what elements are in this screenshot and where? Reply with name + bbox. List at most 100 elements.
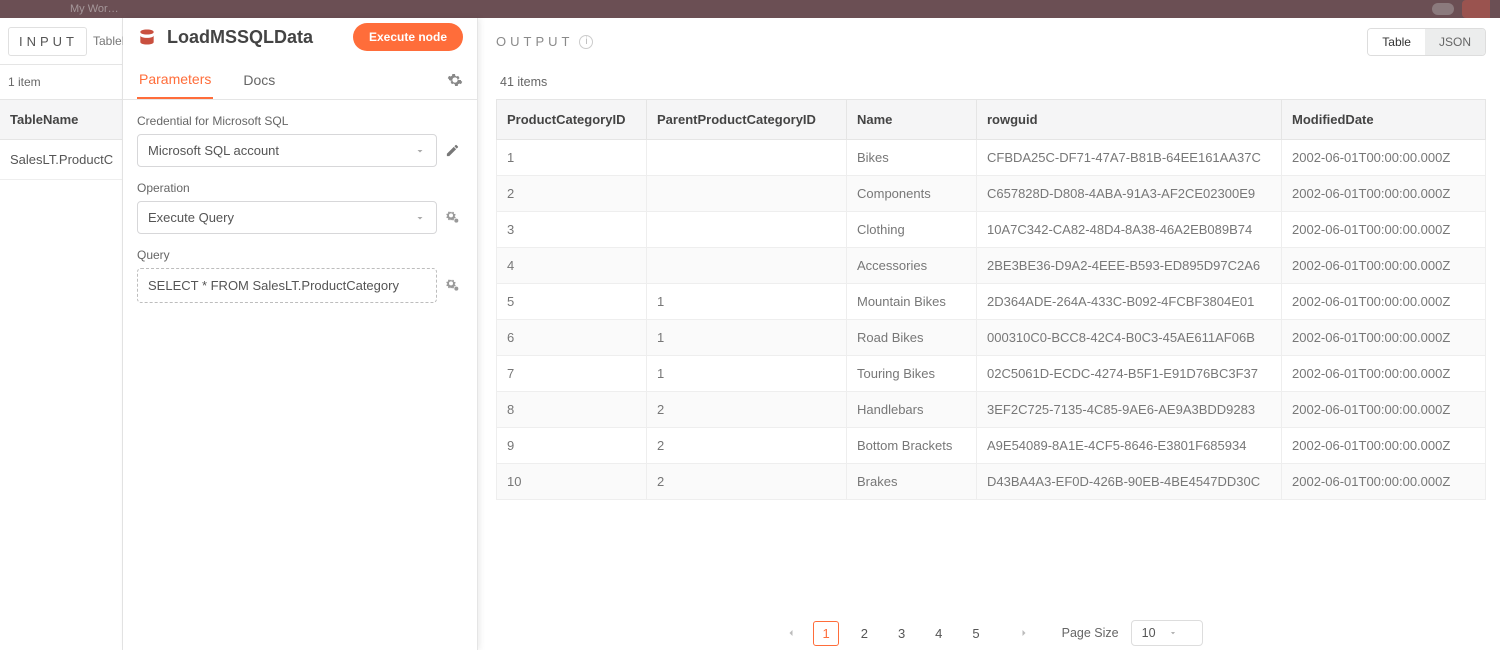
- pager-page[interactable]: 2: [853, 622, 876, 645]
- operation-label: Operation: [137, 181, 463, 195]
- node-title: LoadMSSQLData: [167, 27, 353, 48]
- table-cell: Bottom Brackets: [847, 428, 977, 464]
- table-row[interactable]: 4Accessories2BE3BE36-D9A2-4EEE-B593-ED89…: [497, 248, 1486, 284]
- table-row[interactable]: 61Road Bikes000310C0-BCC8-42C4-B0C3-45AE…: [497, 320, 1486, 356]
- table-row[interactable]: 51Mountain Bikes2D364ADE-264A-433C-B092-…: [497, 284, 1486, 320]
- query-label: Query: [137, 248, 463, 262]
- table-cell: 2002-06-01T00:00:00.000Z: [1282, 212, 1486, 248]
- gear-icon[interactable]: [447, 72, 463, 88]
- output-item-count: 41 items: [496, 65, 1486, 99]
- page-size-select[interactable]: 10: [1131, 620, 1203, 646]
- input-panel: INPUT TableN 1 item TableName SalesLT.Pr…: [0, 18, 123, 650]
- chevron-down-icon: [414, 145, 426, 157]
- table-row[interactable]: 102BrakesD43BA4A3-EF0D-426B-90EB-4BE4547…: [497, 464, 1486, 500]
- table-cell: 2002-06-01T00:00:00.000Z: [1282, 392, 1486, 428]
- table-cell: 2: [497, 176, 647, 212]
- table-cell: 5: [497, 284, 647, 320]
- column-header[interactable]: ParentProductCategoryID: [647, 100, 847, 140]
- pager-prev-icon[interactable]: [779, 623, 803, 643]
- pager-page[interactable]: 1: [813, 621, 838, 646]
- table-cell: [647, 140, 847, 176]
- table-row[interactable]: 2 ComponentsC657828D-D808-4ABA-91A3-AF2CE…: [497, 176, 1486, 212]
- table-cell: 6: [497, 320, 647, 356]
- column-header[interactable]: Name: [847, 100, 977, 140]
- table-cell: 000310C0-BCC8-42C4-B0C3-45AE611AF06B: [977, 320, 1282, 356]
- output-panel: OUTPUT i Table JSON 41 items ProductCate…: [478, 18, 1500, 650]
- table-cell: 2002-06-01T00:00:00.000Z: [1282, 140, 1486, 176]
- table-cell: 2: [647, 428, 847, 464]
- input-column-header: TableName: [0, 99, 122, 140]
- query-input[interactable]: SELECT * FROM SalesLT.ProductCategory: [137, 268, 437, 303]
- table-cell: 2: [647, 464, 847, 500]
- table-cell: Brakes: [847, 464, 977, 500]
- table-cell: 2002-06-01T00:00:00.000Z: [1282, 428, 1486, 464]
- table-row[interactable]: 71Touring Bikes02C5061D-ECDC-4274-B5F1-E…: [497, 356, 1486, 392]
- info-icon[interactable]: i: [579, 35, 593, 49]
- view-table-button[interactable]: Table: [1368, 29, 1425, 55]
- gears-icon[interactable]: [445, 278, 463, 294]
- input-row-value: SalesLT.ProductC: [0, 140, 122, 180]
- table-row[interactable]: 92Bottom BracketsA9E54089-8A1E-4CF5-8646…: [497, 428, 1486, 464]
- table-cell: 9: [497, 428, 647, 464]
- column-header[interactable]: rowguid: [977, 100, 1282, 140]
- table-cell: 7: [497, 356, 647, 392]
- table-cell: 2002-06-01T00:00:00.000Z: [1282, 176, 1486, 212]
- table-cell: 4: [497, 248, 647, 284]
- table-cell: C657828D-D808-4ABA-91A3-AF2CE02300E9: [977, 176, 1282, 212]
- table-cell: 2002-06-01T00:00:00.000Z: [1282, 356, 1486, 392]
- pager-next-icon[interactable]: [1012, 623, 1036, 643]
- table-cell: [647, 212, 847, 248]
- table-cell: 1: [497, 140, 647, 176]
- operation-value: Execute Query: [148, 210, 234, 225]
- pager-page[interactable]: 4: [927, 622, 950, 645]
- table-cell: [647, 248, 847, 284]
- table-cell: 10: [497, 464, 647, 500]
- table-cell: 3: [497, 212, 647, 248]
- credential-value: Microsoft SQL account: [148, 143, 279, 158]
- table-row[interactable]: 3 Clothing10A7C342-CA82-48D4-8A38-46A2EB0…: [497, 212, 1486, 248]
- credential-select[interactable]: Microsoft SQL account: [137, 134, 437, 167]
- column-header[interactable]: ProductCategoryID: [497, 100, 647, 140]
- execute-node-button[interactable]: Execute node: [353, 23, 463, 51]
- gears-icon[interactable]: [445, 210, 463, 226]
- breadcrumb: My Wor…: [10, 3, 119, 15]
- output-table: ProductCategoryIDParentProductCategoryID…: [496, 99, 1486, 500]
- view-toggle: Table JSON: [1367, 28, 1486, 56]
- pencil-icon[interactable]: [445, 143, 463, 158]
- table-cell: 1: [647, 284, 847, 320]
- table-cell: 2002-06-01T00:00:00.000Z: [1282, 320, 1486, 356]
- pager-page[interactable]: 5: [964, 622, 987, 645]
- node-config-panel: LoadMSSQLData Execute node Parameters Do…: [123, 18, 478, 650]
- table-cell: Accessories: [847, 248, 977, 284]
- table-cell: [647, 176, 847, 212]
- table-cell: 10A7C342-CA82-48D4-8A38-46A2EB089B74: [977, 212, 1282, 248]
- chevron-down-icon: [1168, 628, 1178, 638]
- tab-parameters[interactable]: Parameters: [137, 61, 213, 99]
- table-cell: Handlebars: [847, 392, 977, 428]
- operation-select[interactable]: Execute Query: [137, 201, 437, 234]
- view-json-button[interactable]: JSON: [1425, 29, 1485, 55]
- toggle-pill: [1432, 3, 1454, 15]
- column-header[interactable]: ModifiedDate: [1282, 100, 1486, 140]
- table-row[interactable]: 1BikesCFBDA25C-DF71-47A7-B81B-64EE161AA3…: [497, 140, 1486, 176]
- chevron-down-icon: [414, 212, 426, 224]
- app-topbar: My Wor…: [0, 0, 1500, 18]
- table-cell: Bikes: [847, 140, 977, 176]
- database-icon: [137, 27, 157, 47]
- input-item-count: 1 item: [0, 65, 122, 99]
- table-cell: 2: [647, 392, 847, 428]
- table-cell: A9E54089-8A1E-4CF5-8646-E3801F685934: [977, 428, 1282, 464]
- pager: 12345: [779, 623, 1035, 643]
- pager-page[interactable]: 3: [890, 622, 913, 645]
- table-cell: Components: [847, 176, 977, 212]
- table-row[interactable]: 82Handlebars3EF2C725-7135-4C85-9AE6-AE9A…: [497, 392, 1486, 428]
- table-cell: Touring Bikes: [847, 356, 977, 392]
- table-cell: Road Bikes: [847, 320, 977, 356]
- table-cell: 1: [647, 320, 847, 356]
- page-size-label: Page Size: [1062, 626, 1119, 640]
- table-cell: Clothing: [847, 212, 977, 248]
- topbar-action: [1462, 0, 1490, 18]
- table-cell: 2002-06-01T00:00:00.000Z: [1282, 248, 1486, 284]
- table-cell: Mountain Bikes: [847, 284, 977, 320]
- tab-docs[interactable]: Docs: [241, 62, 277, 98]
